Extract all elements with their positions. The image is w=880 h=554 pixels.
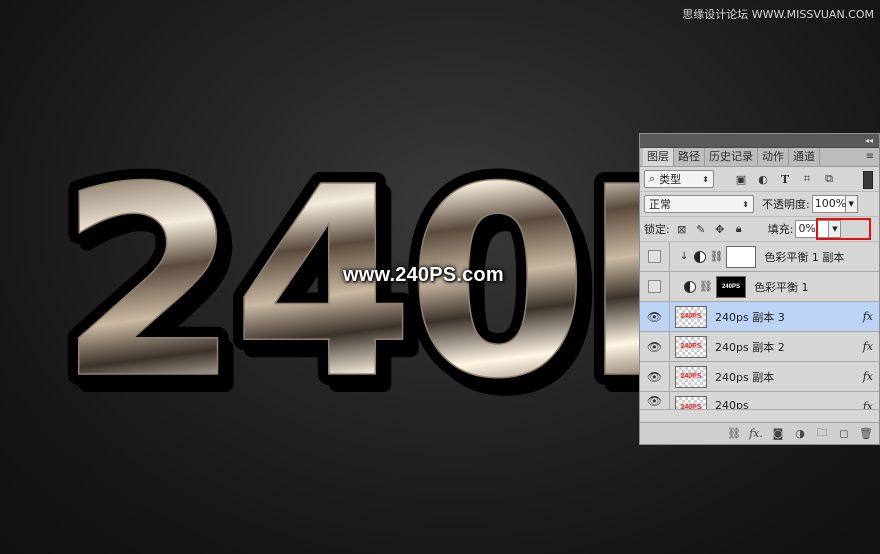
new-layer-icon[interactable]: ◻ xyxy=(833,427,855,440)
fx-icon[interactable]: fx. xyxy=(745,427,767,440)
chain-link-icon[interactable]: ⛓︎ xyxy=(709,250,723,263)
eye-icon: 👁︎ xyxy=(646,339,663,354)
lock-all-icon[interactable]: 🔒︎ xyxy=(732,222,746,236)
adjustment-filter-icon[interactable]: ◐ xyxy=(756,172,770,186)
type-filter-icon[interactable]: T xyxy=(778,172,792,186)
tab-channels[interactable]: 通道 xyxy=(789,148,820,166)
layer-name: 240ps 副本 xyxy=(715,370,775,384)
filter-toggle[interactable] xyxy=(863,171,873,189)
layer-name: 色彩平衡 1 副本 xyxy=(764,250,845,264)
adjustment-icon[interactable]: ◑ xyxy=(789,427,811,440)
layer-row-color-balance-copy[interactable]: ↓ ⛓︎ 色彩平衡 1 副本 xyxy=(640,242,879,272)
fx-icon[interactable]: fx xyxy=(863,370,873,383)
visibility-toggle[interactable]: 👁︎ xyxy=(640,362,670,391)
eye-icon: 👁︎ xyxy=(646,369,663,384)
layer-row-240ps-copy-3[interactable]: 👁︎ 240PS 240ps 副本 3 fx xyxy=(640,302,879,332)
visibility-toggle[interactable]: 👁︎ xyxy=(640,392,670,409)
visibility-toggle[interactable]: 👁︎ xyxy=(640,302,670,331)
color-balance-icon xyxy=(694,250,707,263)
filter-kind-label: 类型 xyxy=(659,173,682,186)
opacity-dropdown-arrow[interactable]: ▼ xyxy=(845,195,858,213)
smart-object-filter-icon[interactable]: ⧉ xyxy=(822,172,836,186)
panel-titlebar: ◂◂ xyxy=(640,134,879,148)
opacity-label: 不透明度: xyxy=(762,198,810,211)
folder-icon[interactable]: 🗀︎ xyxy=(811,424,833,443)
panel-menu-icon[interactable]: ≡ xyxy=(861,148,879,166)
lock-position-icon[interactable]: ✥ xyxy=(713,222,727,236)
shape-filter-icon[interactable]: ⌗ xyxy=(800,172,814,186)
visibility-toggle[interactable]: 👁︎ xyxy=(640,332,670,361)
layer-row-240ps-copy-2[interactable]: 👁︎ 240PS 240ps 副本 2 fx xyxy=(640,332,879,362)
trash-icon[interactable]: 🗑︎ xyxy=(855,427,877,440)
panel-bottom-toolbar: ⛓︎ fx. ◙ ◑ 🗀︎ ◻ 🗑︎ xyxy=(640,422,879,444)
fill-highlight-box xyxy=(816,218,871,240)
site-url-label: www.240PS.com xyxy=(343,264,504,286)
layer-name: 240ps 副本 3 xyxy=(715,310,785,324)
hidden-box-icon xyxy=(648,250,661,263)
tab-paths[interactable]: 路径 xyxy=(674,148,705,166)
layer-thumbnail: 240PS xyxy=(675,335,707,358)
layer-thumbnail: 240PS xyxy=(675,305,707,328)
lock-label: 锁定: xyxy=(644,223,670,236)
layer-row-240ps-copy[interactable]: 👁︎ 240PS 240ps 副本 fx xyxy=(640,362,879,392)
panel-tabs: 图层 路径 历史记录 动作 通道 ≡ xyxy=(640,148,879,167)
hidden-box-icon xyxy=(648,280,661,293)
color-balance-icon xyxy=(684,280,696,293)
filter-kind-dropdown[interactable]: ⌕ 类型 ⬍ xyxy=(644,170,714,188)
clipping-arrow-icon: ↓ xyxy=(680,251,689,262)
chevron-updown-icon: ⬍ xyxy=(702,174,709,184)
layer-thumbnail: 240PS xyxy=(675,365,707,388)
lock-transparency-icon[interactable]: ⊠ xyxy=(675,222,689,236)
fx-icon[interactable]: fx xyxy=(863,400,873,409)
link-icon[interactable]: ⛓︎ xyxy=(723,427,745,440)
layer-row-color-balance[interactable]: ⛓︎ 240PS 色彩平衡 1 xyxy=(640,272,879,302)
layer-row-240ps[interactable]: 👁︎ 240PS 240ps fx xyxy=(640,392,879,410)
layer-mask-thumbnail[interactable]: 240PS xyxy=(715,275,746,298)
fx-icon[interactable]: fx xyxy=(863,340,873,353)
layer-mask-thumbnail[interactable] xyxy=(726,245,757,268)
eye-icon: 👁︎ xyxy=(646,394,663,408)
layer-name: 240ps xyxy=(715,399,749,410)
visibility-toggle[interactable] xyxy=(640,242,670,271)
tab-layers[interactable]: 图层 xyxy=(643,148,674,166)
blend-mode-dropdown[interactable]: 正常 ⬍ xyxy=(644,195,754,213)
image-filter-icon[interactable]: ▣ xyxy=(734,172,748,186)
layer-name: 240ps 副本 2 xyxy=(715,340,785,354)
mask-icon[interactable]: ◙ xyxy=(767,427,789,440)
fill-label: 填充: xyxy=(767,223,794,236)
visibility-toggle[interactable] xyxy=(640,272,670,301)
tab-history[interactable]: 历史记录 xyxy=(705,148,758,166)
filter-row: ⌕ 类型 ⬍ ▣ ◐ T ⌗ ⧉ xyxy=(640,167,879,192)
eye-icon: 👁︎ xyxy=(646,309,663,324)
chevron-updown-icon: ⬍ xyxy=(742,199,749,209)
opacity-input[interactable]: 100% xyxy=(811,195,846,213)
blend-row: 正常 ⬍ 不透明度: 100% ▼ xyxy=(640,192,879,217)
layers-list: ↓ ⛓︎ 色彩平衡 1 副本 ⛓︎ 240PS 色彩平衡 1 👁︎ 240PS … xyxy=(640,242,879,410)
collapse-icon[interactable]: ◂◂ xyxy=(865,136,873,145)
chain-link-icon[interactable]: ⛓︎ xyxy=(699,280,713,293)
blend-mode-value: 正常 xyxy=(649,198,671,211)
layers-panel: ◂◂ 图层 路径 历史记录 动作 通道 ≡ ⌕ 类型 ⬍ ▣ ◐ T ⌗ ⧉ 正… xyxy=(639,133,880,445)
lock-brush-icon[interactable]: ✎ xyxy=(694,222,708,236)
fx-icon[interactable]: fx xyxy=(863,310,873,323)
tab-actions[interactable]: 动作 xyxy=(758,148,789,166)
layer-name: 色彩平衡 1 xyxy=(753,280,809,294)
lock-row: 锁定: ⊠ ✎ ✥ 🔒︎ 填充: 0% ▼ xyxy=(640,217,879,242)
layer-thumbnail: 240PS xyxy=(675,396,707,409)
search-icon: ⌕ xyxy=(649,172,656,185)
